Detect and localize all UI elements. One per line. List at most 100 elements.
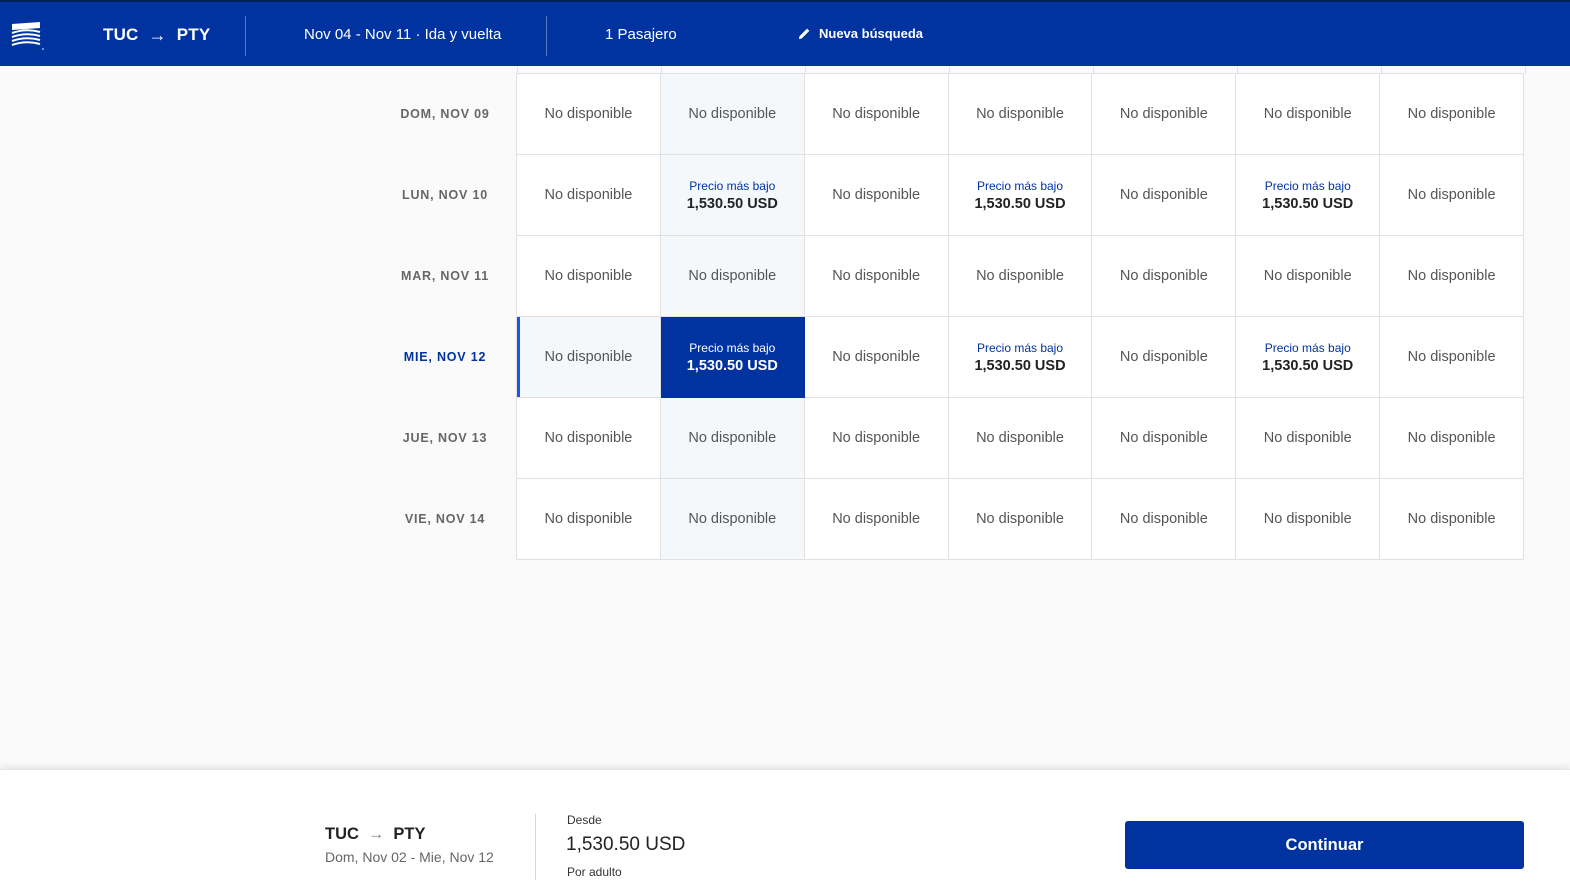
- continue-button[interactable]: Continuar: [1125, 821, 1524, 869]
- row-date-label: DOM, NOV 09: [400, 106, 490, 121]
- fare-cell-unavailable[interactable]: No disponible: [1236, 479, 1381, 560]
- fare-cell[interactable]: Precio más bajo 1,530.50 USD: [1236, 155, 1381, 236]
- fare-cell-unavailable[interactable]: No disponible: [1236, 74, 1381, 155]
- unavailable-label: No disponible: [688, 106, 777, 122]
- fare-cell-unavailable[interactable]: No disponible: [660, 74, 805, 155]
- lowest-price-label: Precio más bajo: [1264, 340, 1351, 355]
- unavailable-label: No disponible: [1119, 430, 1208, 446]
- fare-cell-unavailable[interactable]: No disponible: [1092, 155, 1237, 236]
- summary-footer: TUC → PTY Dom, Nov 02 - Mie, Nov 12 Desd…: [0, 769, 1570, 890]
- fare-cell-unavailable[interactable]: No disponible: [660, 236, 805, 317]
- unavailable-label: No disponible: [1407, 511, 1496, 527]
- fare-cell-unavailable[interactable]: No disponible: [1236, 236, 1381, 317]
- fare-cell[interactable]: Precio más bajo 1,530.50 USD: [660, 155, 805, 236]
- fare-cell-unavailable[interactable]: No disponible: [804, 398, 949, 479]
- fare-calendar-grid: No disponible No disponible No disponible N…: [516, 73, 1525, 560]
- fare-price: 1,530.50 USD: [1262, 195, 1354, 212]
- header-passengers[interactable]: 1 Pasajero: [605, 26, 677, 43]
- grid-row: No disponible No disponible No disponible N…: [517, 479, 1525, 560]
- footer-divider: [535, 814, 536, 880]
- unavailable-label: No disponible: [1263, 511, 1352, 527]
- fare-cell-unavailable[interactable]: No disponible: [804, 236, 949, 317]
- fare-cell-unavailable[interactable]: No disponible: [804, 317, 949, 398]
- footer-price: 1,530.50 USD: [566, 834, 686, 855]
- grid-column-edge: [1525, 66, 1526, 74]
- fare-price: 1,530.50 USD: [974, 357, 1066, 374]
- footer-route: TUC → PTY: [325, 825, 426, 844]
- fare-cell-unavailable[interactable]: No disponible: [804, 74, 949, 155]
- lowest-price-label: Precio más bajo: [1264, 178, 1351, 193]
- unavailable-label: No disponible: [1119, 511, 1208, 527]
- fare-cell-unavailable[interactable]: No disponible: [948, 236, 1093, 317]
- fare-cell-unavailable[interactable]: No disponible: [804, 155, 949, 236]
- footer-destination: PTY: [393, 825, 426, 843]
- grid-row: No disponible Precio más bajo 1,530.50 USD…: [517, 317, 1525, 398]
- fare-cell-unavailable[interactable]: No disponible: [1092, 236, 1237, 317]
- unavailable-label: No disponible: [688, 511, 777, 527]
- fare-cell-unavailable[interactable]: No disponible: [517, 155, 661, 236]
- header-dates[interactable]: Nov 04 - Nov 11 · Ida y vuelta: [304, 26, 501, 43]
- fare-cell[interactable]: Precio más bajo 1,530.50 USD: [948, 317, 1093, 398]
- fare-cell-unavailable[interactable]: No disponible: [948, 74, 1093, 155]
- unavailable-label: No disponible: [544, 187, 633, 203]
- fare-cell-unavailable[interactable]: No disponible: [1380, 236, 1525, 317]
- fare-cell[interactable]: Precio más bajo 1,530.50 USD: [1236, 317, 1381, 398]
- unavailable-label: No disponible: [1119, 106, 1208, 122]
- unavailable-label: No disponible: [832, 511, 921, 527]
- new-search-button[interactable]: Nueva búsqueda: [798, 26, 923, 41]
- unavailable-label: No disponible: [976, 430, 1064, 446]
- fare-cell-unavailable[interactable]: No disponible: [1092, 74, 1237, 155]
- fare-cell-unavailable[interactable]: No disponible: [1380, 317, 1525, 398]
- unavailable-label: No disponible: [1263, 430, 1352, 446]
- lowest-price-label: Precio más bajo: [689, 178, 776, 193]
- fare-cell-unavailable[interactable]: No disponible: [517, 317, 661, 398]
- grid-row: No disponible No disponible No disponible N…: [517, 398, 1525, 479]
- lowest-price-label: Precio más bajo: [976, 178, 1064, 193]
- fare-cell-unavailable[interactable]: No disponible: [1380, 479, 1525, 560]
- unavailable-label: No disponible: [1119, 268, 1208, 284]
- fare-cell-unavailable[interactable]: No disponible: [1092, 398, 1237, 479]
- fare-cell-unavailable[interactable]: No disponible: [660, 398, 805, 479]
- fare-cell-unavailable[interactable]: No disponible: [948, 398, 1093, 479]
- unavailable-label: No disponible: [832, 187, 921, 203]
- fare-cell-unavailable[interactable]: No disponible: [804, 479, 949, 560]
- header-origin: TUC: [103, 25, 139, 44]
- unavailable-label: No disponible: [1407, 106, 1496, 122]
- fare-price: 1,530.50 USD: [1262, 357, 1354, 374]
- fare-cell-unavailable[interactable]: No disponible: [1380, 398, 1525, 479]
- header-divider: [245, 16, 246, 56]
- fare-cell-unavailable[interactable]: No disponible: [1380, 155, 1525, 236]
- row-date-label: VIE, NOV 14: [404, 511, 486, 526]
- fare-cell-unavailable[interactable]: No disponible: [517, 479, 661, 560]
- fare-cell-unavailable[interactable]: No disponible: [1380, 74, 1525, 155]
- fare-price: 1,530.50 USD: [686, 357, 778, 374]
- airline-logo-icon[interactable]: [10, 20, 46, 52]
- header-route: TUC → PTY: [103, 24, 210, 46]
- row-date-label: MIE, NOV 12: [403, 349, 487, 364]
- unavailable-label: No disponible: [1119, 349, 1208, 365]
- fare-cell-unavailable[interactable]: No disponible: [948, 479, 1093, 560]
- grid-row: No disponible No disponible No disponible N…: [517, 236, 1525, 317]
- fare-cell-unavailable[interactable]: No disponible: [517, 236, 661, 317]
- fare-cell-unavailable[interactable]: No disponible: [517, 398, 661, 479]
- unavailable-label: No disponible: [976, 268, 1064, 284]
- unavailable-label: No disponible: [1263, 106, 1352, 122]
- fare-cell-selected[interactable]: Precio más bajo 1,530.50 USD: [660, 317, 805, 398]
- fare-cell[interactable]: Precio más bajo 1,530.50 USD: [948, 155, 1093, 236]
- fare-cell-unavailable[interactable]: No disponible: [1092, 317, 1237, 398]
- fare-cell-unavailable[interactable]: No disponible: [517, 74, 661, 155]
- fare-price: 1,530.50 USD: [974, 195, 1066, 212]
- unavailable-label: No disponible: [832, 430, 921, 446]
- row-date-labels: DOM, NOV 09 LUN, NOV 10 MAR, NOV 11 MIE, NO…: [380, 73, 510, 559]
- fare-cell-unavailable[interactable]: No disponible: [1092, 479, 1237, 560]
- unavailable-label: No disponible: [544, 511, 633, 527]
- row-date-label: LUN, NOV 10: [402, 187, 488, 202]
- unavailable-label: No disponible: [1263, 268, 1352, 284]
- unavailable-label: No disponible: [544, 106, 633, 122]
- fare-cell-unavailable[interactable]: No disponible: [1236, 398, 1381, 479]
- unavailable-label: No disponible: [1407, 430, 1496, 446]
- unavailable-label: No disponible: [544, 430, 633, 446]
- fare-cell-unavailable[interactable]: No disponible: [660, 479, 805, 560]
- row-date-label: JUE, NOV 13: [402, 430, 488, 445]
- unavailable-label: No disponible: [688, 268, 777, 284]
